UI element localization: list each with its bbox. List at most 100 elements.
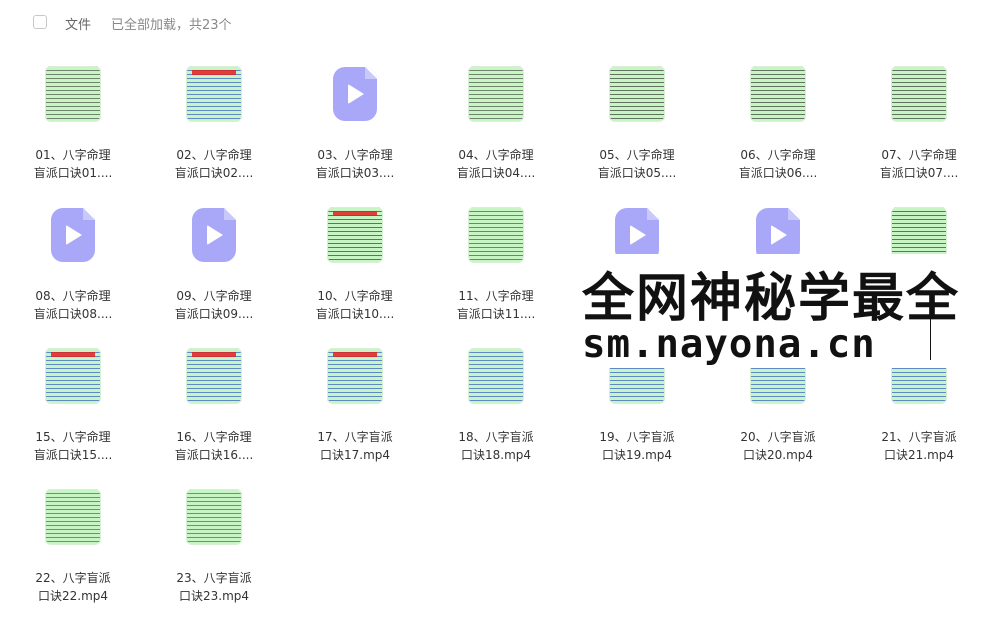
text-caret — [930, 312, 931, 360]
file-name: 04、八字命理 盲派口诀04.... — [430, 146, 562, 182]
file-name-line1: 02、八字命理 — [176, 148, 252, 162]
video-file-icon — [333, 67, 377, 121]
watermark-overlay: 全网神秘学最全 sm.nayona.cn — [580, 254, 982, 368]
file-name: 03、八字命理 盲派口诀03.... — [289, 146, 421, 182]
file-name: 07、八字命理 盲派口诀07.... — [853, 146, 985, 182]
file-name-line1: 23、八字盲派 — [176, 571, 252, 585]
file-name: 17、八字盲派 口诀17.mp4 — [289, 428, 421, 464]
file-name-line2: 口诀20.mp4 — [742, 448, 814, 462]
play-icon — [771, 225, 787, 245]
thumbnail-title-bar — [192, 352, 236, 357]
file-name-line2: 盲派口诀03.... — [315, 166, 395, 180]
file-item[interactable]: 15、八字命理 盲派口诀15.... — [7, 328, 139, 462]
document-thumbnail — [186, 489, 242, 545]
file-name-line2: 口诀18.mp4 — [460, 448, 532, 462]
document-thumbnail — [468, 207, 524, 263]
file-name-line1: 17、八字盲派 — [317, 430, 393, 444]
file-name-line1: 09、八字命理 — [176, 289, 252, 303]
file-name-line2: 盲派口诀07.... — [879, 166, 959, 180]
file-name: 11、八字命理 盲派口诀11.... — [430, 287, 562, 323]
file-name-line1: 07、八字命理 — [881, 148, 957, 162]
file-name-line1: 05、八字命理 — [599, 148, 675, 162]
file-name-line2: 口诀19.mp4 — [601, 448, 673, 462]
file-name: 06、八字命理 盲派口诀06.... — [712, 146, 844, 182]
file-item[interactable]: 11、八字命理 盲派口诀11.... — [430, 187, 562, 321]
file-name-line1: 16、八字命理 — [176, 430, 252, 444]
document-thumbnail — [327, 348, 383, 404]
thumbnail-title-bar — [51, 352, 95, 357]
file-item[interactable]: 01、八字命理 盲派口诀01.... — [7, 46, 139, 180]
select-all-checkbox[interactable] — [33, 15, 47, 29]
file-name-line1: 18、八字盲派 — [458, 430, 534, 444]
file-item[interactable]: 08、八字命理 盲派口诀08.... — [7, 187, 139, 321]
file-name-line1: 21、八字盲派 — [881, 430, 957, 444]
file-name-line2: 盲派口诀16.... — [174, 448, 254, 462]
video-file-icon — [192, 208, 236, 262]
document-thumbnail — [468, 66, 524, 122]
file-name-line1: 11、八字命理 — [458, 289, 534, 303]
document-thumbnail — [186, 348, 242, 404]
file-name-line1: 04、八字命理 — [458, 148, 534, 162]
document-thumbnail — [45, 489, 101, 545]
play-icon — [630, 225, 646, 245]
file-item[interactable]: 05、八字命理 盲派口诀05.... — [571, 46, 703, 180]
file-name-line1: 08、八字命理 — [35, 289, 111, 303]
document-thumbnail — [327, 207, 383, 263]
file-name: 10、八字命理 盲派口诀10.... — [289, 287, 421, 323]
file-name-line1: 01、八字命理 — [35, 148, 111, 162]
file-name-line2: 盲派口诀04.... — [456, 166, 536, 180]
file-item[interactable]: 16、八字命理 盲派口诀16.... — [148, 328, 280, 462]
file-name-line1: 22、八字盲派 — [35, 571, 111, 585]
file-name-line2: 盲派口诀05.... — [597, 166, 677, 180]
file-name-line2: 盲派口诀09.... — [174, 307, 254, 321]
file-item[interactable]: 04、八字命理 盲派口诀04.... — [430, 46, 562, 180]
document-thumbnail — [468, 348, 524, 404]
file-item[interactable]: 09、八字命理 盲派口诀09.... — [148, 187, 280, 321]
document-thumbnail — [609, 66, 665, 122]
document-thumbnail — [186, 66, 242, 122]
play-icon — [348, 84, 364, 104]
file-name-line1: 20、八字盲派 — [740, 430, 816, 444]
file-item[interactable]: 22、八字盲派 口诀22.mp4 — [7, 469, 139, 603]
file-name-line1: 06、八字命理 — [740, 148, 816, 162]
file-name: 08、八字命理 盲派口诀08.... — [7, 287, 139, 323]
file-name: 02、八字命理 盲派口诀02.... — [148, 146, 280, 182]
load-status: 已全部加载，共23个 — [111, 18, 232, 33]
file-item[interactable]: 07、八字命理 盲派口诀07.... — [853, 46, 985, 180]
file-column-label[interactable]: 文件 — [65, 14, 91, 33]
file-name: 09、八字命理 盲派口诀09.... — [148, 287, 280, 323]
file-name-line1: 19、八字盲派 — [599, 430, 675, 444]
thumbnail-title-bar — [333, 352, 377, 357]
file-name-line2: 口诀21.mp4 — [883, 448, 955, 462]
watermark-title: 全网神秘学最全 — [582, 269, 961, 329]
watermark-url: sm.nayona.cn — [582, 322, 876, 367]
file-name-line1: 15、八字命理 — [35, 430, 111, 444]
video-file-icon — [51, 208, 95, 262]
file-name-line2: 盲派口诀06.... — [738, 166, 818, 180]
file-name-line2: 盲派口诀15.... — [33, 448, 113, 462]
file-item[interactable]: 18、八字盲派 口诀18.mp4 — [430, 328, 562, 462]
play-icon — [207, 225, 223, 245]
play-icon — [66, 225, 82, 245]
file-name: 22、八字盲派 口诀22.mp4 — [7, 569, 139, 605]
file-item[interactable]: 03、八字命理 盲派口诀03.... — [289, 46, 421, 180]
file-item[interactable]: 10、八字命理 盲派口诀10.... — [289, 187, 421, 321]
document-thumbnail — [45, 66, 101, 122]
document-thumbnail — [45, 348, 101, 404]
file-item[interactable]: 23、八字盲派 口诀23.mp4 — [148, 469, 280, 603]
file-name-line2: 盲派口诀10.... — [315, 307, 395, 321]
file-name: 23、八字盲派 口诀23.mp4 — [148, 569, 280, 605]
file-name: 18、八字盲派 口诀18.mp4 — [430, 428, 562, 464]
file-name-line1: 10、八字命理 — [317, 289, 393, 303]
file-item[interactable]: 17、八字盲派 口诀17.mp4 — [289, 328, 421, 462]
file-name-line2: 盲派口诀08.... — [33, 307, 113, 321]
file-name: 15、八字命理 盲派口诀15.... — [7, 428, 139, 464]
document-thumbnail — [891, 66, 947, 122]
file-item[interactable]: 06、八字命理 盲派口诀06.... — [712, 46, 844, 180]
file-item[interactable]: 02、八字命理 盲派口诀02.... — [148, 46, 280, 180]
file-name: 21、八字盲派 口诀21.mp4 — [853, 428, 985, 464]
file-name-line2: 盲派口诀11.... — [456, 307, 536, 321]
file-name-line2: 盲派口诀02.... — [174, 166, 254, 180]
file-name: 19、八字盲派 口诀19.mp4 — [571, 428, 703, 464]
file-name-line2: 口诀17.mp4 — [319, 448, 391, 462]
